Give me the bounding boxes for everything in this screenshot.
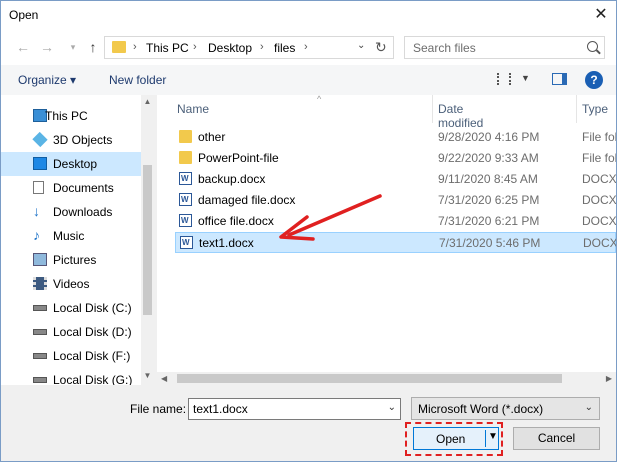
recent-locations-chevron-icon[interactable]: ▾ (63, 37, 83, 57)
scroll-down-arrow-icon[interactable]: ▼ (141, 371, 154, 383)
folder-icon (112, 41, 126, 53)
file-name-label: File name: (130, 402, 187, 416)
scroll-thumb[interactable] (143, 165, 152, 315)
drive-icon (33, 353, 47, 359)
nav-item-music[interactable]: ♪ Music (1, 224, 141, 248)
film-icon (33, 277, 47, 290)
folder-icon (179, 130, 192, 143)
file-name-combobox[interactable]: ⌄ (188, 398, 401, 420)
nav-item-this-pc[interactable]: This PC (1, 104, 141, 128)
search-box[interactable] (404, 36, 605, 59)
help-icon[interactable]: ? (585, 71, 603, 89)
nav-item-downloads[interactable]: ↓ Downloads (1, 200, 141, 224)
cancel-button[interactable]: Cancel (513, 427, 600, 450)
drive-icon (33, 329, 47, 335)
scroll-right-arrow-icon[interactable]: ▶ (606, 372, 612, 385)
nav-item-local-disk-c[interactable]: Local Disk (C:) (1, 296, 141, 320)
nav-item-3d-objects[interactable]: 3D Objects (1, 128, 141, 152)
folder-icon (179, 151, 192, 164)
preview-pane-icon[interactable] (552, 73, 567, 85)
column-divider[interactable] (432, 95, 433, 123)
nav-item-documents[interactable]: Documents (1, 176, 141, 200)
search-icon[interactable] (587, 41, 598, 52)
title-bar: Open ✕ (1, 1, 616, 31)
file-name-field[interactable] (193, 402, 373, 416)
chevron-down-icon[interactable]: ⌄ (388, 402, 396, 413)
forward-arrow-icon[interactable]: → (37, 37, 57, 57)
up-arrow-icon[interactable]: ↑ (83, 37, 103, 57)
command-toolbar: Organize ▾ New folder ▼ ? (1, 65, 616, 95)
search-input[interactable] (413, 41, 573, 55)
desktop-icon (33, 157, 47, 170)
pictures-icon (33, 253, 47, 266)
back-arrow-icon[interactable]: ← (13, 37, 33, 57)
chevron-right-icon[interactable]: › (133, 41, 137, 53)
scroll-left-arrow-icon[interactable]: ◀ (161, 372, 167, 385)
address-dropdown-chevron-icon[interactable]: ⌄ (357, 40, 365, 51)
open-button[interactable]: Open ▼ (413, 427, 499, 450)
annotation-arrow-icon (279, 194, 382, 241)
sort-chevron-up-icon: ^ (317, 95, 322, 104)
refresh-icon[interactable]: ↻ (375, 39, 387, 56)
column-divider[interactable] (576, 95, 577, 123)
drive-icon (33, 305, 47, 311)
navigation-pane: This PC 3D Objects Desktop Documents ↓ D… (1, 95, 154, 385)
word-document-icon (180, 236, 193, 249)
chevron-right-icon[interactable]: › (260, 41, 264, 53)
view-dropdown-chevron-icon[interactable]: ▼ (521, 73, 530, 83)
file-list: Name ^ Date modified Type other 9/28/202… (157, 95, 616, 385)
breadcrumb-this-pc[interactable]: This PC (146, 41, 189, 55)
download-arrow-icon: ↓ (33, 203, 40, 219)
chevron-right-icon[interactable]: › (193, 41, 197, 53)
nav-item-pictures[interactable]: Pictures (1, 248, 141, 272)
address-row: ← → ▾ ↑ › This PC › Desktop › files › ⌄ … (1, 31, 616, 65)
nav-item-desktop[interactable]: Desktop (1, 152, 141, 176)
file-row-other[interactable]: other 9/28/2020 4:16 PM File fol (175, 127, 616, 148)
nav-item-local-disk-d[interactable]: Local Disk (D:) (1, 320, 141, 344)
window-title: Open (9, 8, 39, 22)
file-row-text1-docx[interactable]: text1.docx 7/31/2020 5:46 PM DOCX (175, 232, 616, 253)
file-row-backup-docx[interactable]: backup.docx 9/11/2020 8:45 AM DOCX (175, 169, 616, 190)
horizontal-scrollbar[interactable]: ◀ ▶ (157, 372, 616, 385)
close-icon[interactable]: ✕ (586, 1, 616, 31)
view-options-icon[interactable] (497, 73, 511, 85)
address-bar[interactable]: › This PC › Desktop › files › ⌄ ↻ (104, 36, 394, 59)
organize-button[interactable]: Organize ▾ (18, 73, 76, 87)
documents-icon (33, 181, 44, 194)
nav-scrollbar[interactable]: ▲ ▼ (141, 95, 154, 385)
word-document-icon (179, 172, 192, 185)
file-row-office-file-docx[interactable]: office file.docx 7/31/2020 6:21 PM DOCX (175, 211, 616, 232)
open-options-dropdown-icon[interactable]: ▼ (488, 431, 498, 442)
nav-item-local-disk-g[interactable]: Local Disk (G:) (1, 368, 141, 385)
file-row-powerpoint-file[interactable]: PowerPoint-file 9/22/2020 9:33 AM File f… (175, 148, 616, 169)
scroll-up-arrow-icon[interactable]: ▲ (141, 97, 154, 109)
word-document-icon (179, 193, 192, 206)
new-folder-button[interactable]: New folder (109, 73, 166, 87)
split-divider (485, 430, 486, 447)
file-type-select[interactable]: Microsoft Word (*.docx) ⌄ (411, 397, 600, 420)
file-row-damaged-file-docx[interactable]: damaged file.docx 7/31/2020 6:25 PM DOCX (175, 190, 616, 211)
music-note-icon: ♪ (33, 227, 40, 243)
drive-icon (33, 377, 47, 383)
breadcrumb-files[interactable]: files (274, 41, 295, 55)
cube-icon (32, 131, 48, 148)
chevron-down-icon: ⌄ (584, 402, 593, 413)
scroll-thumb[interactable] (177, 374, 562, 383)
word-document-icon (179, 214, 192, 227)
chevron-right-icon[interactable]: › (304, 41, 308, 53)
open-dialog: Open ✕ ← → ▾ ↑ › This PC › Desktop › fil… (0, 0, 617, 462)
breadcrumb-desktop[interactable]: Desktop (208, 41, 252, 55)
nav-item-local-disk-f[interactable]: Local Disk (F:) (1, 344, 141, 368)
nav-item-videos[interactable]: Videos (1, 272, 141, 296)
